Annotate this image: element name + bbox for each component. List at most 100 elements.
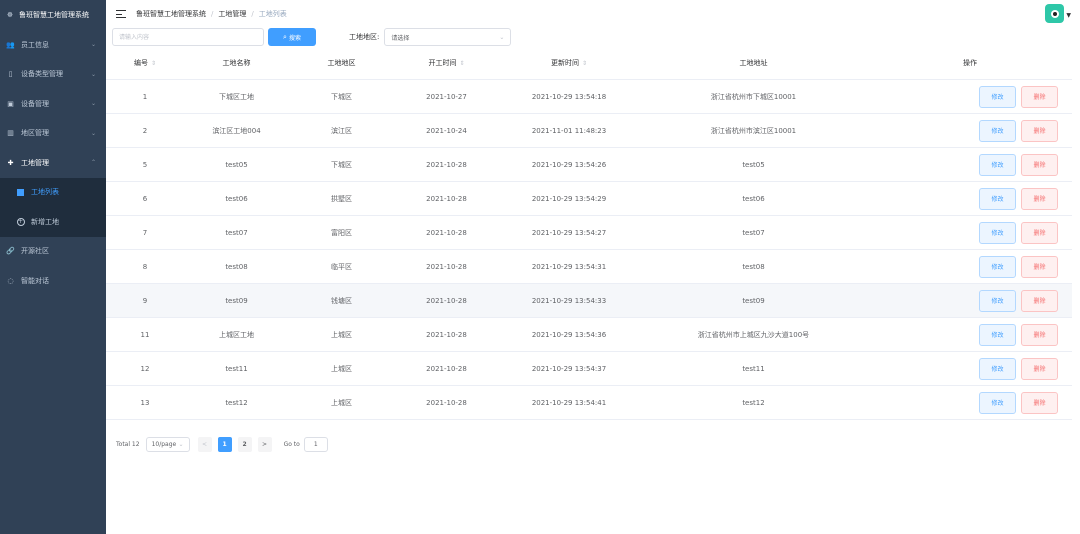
hamburger-icon[interactable]: [116, 10, 126, 18]
area-select[interactable]: 请选择 ⌄: [384, 28, 512, 46]
table-row: 1 下城区工地 下城区 2021-10-27 2021-10-29 13:54:18 浙江…: [106, 80, 1072, 114]
cell-actions: 修改 删除: [868, 153, 1072, 176]
header-label: 编号: [133, 58, 148, 67]
column-header-updated[interactable]: 更新时间 ⇕: [499, 58, 639, 68]
prev-page-button[interactable]: <: [197, 437, 212, 452]
delete-button[interactable]: 删除: [1021, 323, 1058, 346]
cell-name: test09: [225, 296, 248, 305]
breadcrumb-item[interactable]: 工地管理: [218, 9, 246, 19]
breadcrumb-item[interactable]: 鲁班智慧工地管理系统: [136, 9, 206, 19]
user-icon: 👥: [6, 40, 15, 49]
sidebar-item-community[interactable]: 🔗 开源社区: [0, 237, 106, 267]
cell-actions: 修改 删除: [868, 85, 1072, 108]
chevron-down-icon: ⌄: [90, 70, 96, 78]
avatar[interactable]: [1045, 4, 1064, 23]
cell-area: 富阳区: [331, 228, 352, 237]
cell-name: 下城区工地: [219, 92, 254, 101]
breadcrumb-separator: /: [251, 10, 254, 18]
delete-button[interactable]: 删除: [1021, 85, 1058, 108]
logo-icon: ☸: [6, 11, 14, 19]
edit-button[interactable]: 修改: [979, 153, 1016, 176]
table-row: 7 test07 富阳区 2021-10-28 2021-10-29 13:54:27 t…: [106, 216, 1072, 250]
header-label: 工地名称: [222, 58, 251, 67]
header-label: 更新时间: [550, 58, 579, 67]
caret-down-icon[interactable]: ▼: [1066, 12, 1071, 19]
edit-button[interactable]: 修改: [979, 85, 1016, 108]
column-header-start[interactable]: 开工时间 ⇕: [394, 58, 499, 68]
cell-id: 9: [142, 296, 148, 305]
cell-start: 2021-10-28: [426, 262, 467, 271]
edit-button[interactable]: 修改: [979, 357, 1016, 380]
table-body: 1 下城区工地 下城区 2021-10-27 2021-10-29 13:54:18 浙江…: [106, 80, 1072, 420]
breadcrumb-separator: /: [211, 10, 214, 18]
sidebar-item-region[interactable]: ▥ 地区管理 ⌄: [0, 119, 106, 149]
sidebar-item-site[interactable]: ✚ 工地管理 ⌃: [0, 148, 106, 178]
edit-button[interactable]: 修改: [979, 119, 1016, 142]
cell-actions: 修改 删除: [868, 255, 1072, 278]
delete-button[interactable]: 删除: [1021, 187, 1058, 210]
edit-button[interactable]: 修改: [979, 221, 1016, 244]
cell-start: 2021-10-28: [426, 364, 467, 373]
edit-button[interactable]: 修改: [979, 323, 1016, 346]
sidebar-item-site-list[interactable]: 工地列表: [0, 178, 106, 208]
list-icon: [16, 188, 25, 197]
cell-address: test12: [742, 398, 765, 407]
page-size-select[interactable]: 10/page ⌄: [145, 437, 190, 452]
cell-id: 8: [142, 262, 148, 271]
pagination: Total 12 10/page ⌄ < 1 2 > Go to: [116, 437, 328, 452]
column-header-name: 工地名称: [184, 58, 289, 68]
delete-button[interactable]: 删除: [1021, 221, 1058, 244]
cell-actions: 修改 删除: [868, 357, 1072, 380]
sidebar-item-add-site[interactable]: + 新增工地: [0, 207, 106, 237]
edit-button[interactable]: 修改: [979, 391, 1016, 414]
cell-updated: 2021-10-29 13:54:41: [531, 398, 607, 407]
cell-name: test08: [225, 262, 248, 271]
table-row: 13 test12 上城区 2021-10-28 2021-10-29 13:54:41…: [106, 386, 1072, 420]
sort-icon[interactable]: ⇕: [151, 60, 156, 67]
sort-icon[interactable]: ⇕: [582, 60, 587, 67]
cell-address: test05: [742, 160, 765, 169]
sidebar-item-device-type[interactable]: ▯ 设备类型管理 ⌄: [0, 60, 106, 90]
cell-updated: 2021-10-29 13:54:29: [531, 194, 607, 203]
next-page-button[interactable]: >: [257, 437, 272, 452]
table-row: 6 test06 拱墅区 2021-10-28 2021-10-29 13:54:29 t…: [106, 182, 1072, 216]
sidebar-item-employee[interactable]: 👥 员工信息 ⌄: [0, 30, 106, 60]
brand-title: 鲁班智慧工地管理系统: [19, 11, 89, 19]
edit-button[interactable]: 修改: [979, 187, 1016, 210]
delete-button[interactable]: 删除: [1021, 357, 1058, 380]
edit-button[interactable]: 修改: [979, 289, 1016, 312]
brand[interactable]: ☸ 鲁班智慧工地管理系统: [0, 0, 106, 30]
site-table: 编号 ⇕ 工地名称 工地地区 开工时间 ⇕ 更新时间 ⇕ 工地地址 操作 1 下城区工地…: [106, 46, 1072, 420]
search-button[interactable]: ⌕ 搜索: [268, 28, 316, 46]
delete-button[interactable]: 删除: [1021, 153, 1058, 176]
page-number-2[interactable]: 2: [237, 437, 252, 452]
device-type-icon: ▯: [8, 70, 13, 79]
cell-id: 2: [142, 126, 148, 135]
sidebar-item-chat[interactable]: ◌ 智能对话: [0, 266, 106, 296]
column-header-area: 工地地区: [289, 58, 394, 68]
cell-name: test07: [225, 228, 248, 237]
cell-updated: 2021-10-29 13:54:33: [531, 296, 607, 305]
cell-area: 拱墅区: [331, 194, 352, 203]
delete-button[interactable]: 删除: [1021, 255, 1058, 278]
cell-updated: 2021-10-29 13:54:37: [531, 364, 607, 373]
cell-actions: 修改 删除: [868, 119, 1072, 142]
cell-updated: 2021-10-29 13:54:31: [531, 262, 607, 271]
search-input[interactable]: [112, 28, 264, 46]
cell-start: 2021-10-28: [426, 296, 467, 305]
cell-updated: 2021-10-29 13:54:26: [531, 160, 607, 169]
header-label: 开工时间: [428, 58, 457, 67]
cell-address: test08: [742, 262, 765, 271]
sidebar-item-device[interactable]: ▣ 设备管理 ⌄: [0, 89, 106, 119]
delete-button[interactable]: 删除: [1021, 119, 1058, 142]
sort-icon[interactable]: ⇕: [459, 60, 464, 67]
page-number-1[interactable]: 1: [217, 437, 232, 452]
edit-button[interactable]: 修改: [979, 255, 1016, 278]
cell-name: 滨江区工地004: [212, 126, 261, 135]
delete-button[interactable]: 删除: [1021, 289, 1058, 312]
delete-button[interactable]: 删除: [1021, 391, 1058, 414]
goto-input[interactable]: [303, 437, 328, 452]
table-row: 5 test05 下城区 2021-10-28 2021-10-29 13:54:26 t…: [106, 148, 1072, 182]
column-header-id[interactable]: 编号 ⇕: [106, 58, 184, 68]
cell-name: test12: [225, 398, 248, 407]
